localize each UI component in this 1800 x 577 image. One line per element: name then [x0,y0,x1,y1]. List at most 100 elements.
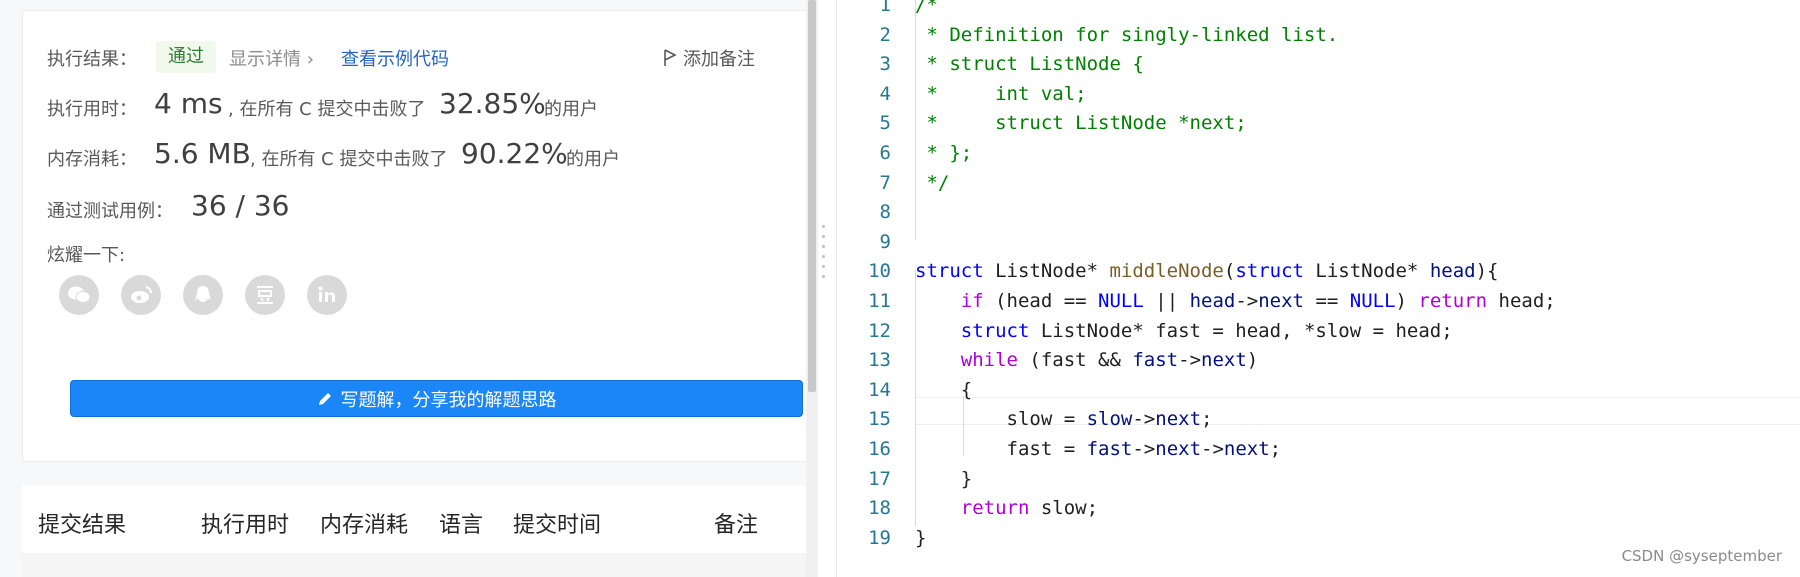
code-token: * struct ListNode { [915,53,1144,75]
runtime-suffix: 的用户 [544,99,598,120]
code-token: ( [1223,260,1236,282]
code-token: */ [915,172,950,194]
runtime-percent: 32.85% [439,87,546,120]
code-token: next [1155,408,1202,430]
douban-icon[interactable] [245,275,285,315]
code-token: (head == [983,290,1099,312]
line-number: 5 [879,112,891,134]
line-number: 12 [868,320,891,342]
code-line[interactable]: /* [915,0,938,16]
line-number: 7 [879,172,891,194]
memory-label: 内存消耗： [47,149,137,170]
code-token: ListNode* fast = head, *slow = head; [1029,320,1453,342]
col-header-language[interactable]: 语言 [439,507,483,539]
code-line[interactable]: struct ListNode* fast = head, *slow = he… [915,320,1453,342]
code-token: } [915,468,973,490]
code-token: return [960,497,1030,519]
code-token: ) [1395,290,1419,312]
code-token: slow; [1029,497,1099,519]
table-row[interactable] [22,553,806,577]
code-line[interactable]: * struct ListNode *next; [915,112,1246,134]
code-token: -> [1132,408,1156,430]
code-token: ; [1269,438,1282,460]
code-line[interactable]: * struct ListNode { [915,53,1144,75]
code-token: head; [1487,290,1556,312]
code-line[interactable]: return slow; [915,497,1098,519]
code-token: } [915,527,927,549]
memory-percent: 90.22% [461,137,568,170]
code-token: * int val; [915,83,1087,105]
code-line[interactable]: fast = fast->next->next; [915,438,1282,460]
code-line[interactable]: } [915,468,972,490]
code-token: == [1304,290,1350,312]
scrollbar-thumb[interactable] [808,0,816,392]
code-line[interactable]: slow = slow->next; [915,408,1213,430]
code-line[interactable]: */ [915,172,949,194]
col-header-memory[interactable]: 内存消耗 [320,507,408,539]
code-token: next [1258,290,1304,312]
wechat-icon[interactable] [59,275,99,315]
memory-beat-text: , 在所有 C 提交中击败了 [250,149,448,170]
tests-label: 通过测试用例： [47,201,173,222]
code-token: -> [1235,290,1259,312]
memory-value: 5.6 MB [154,137,251,170]
code-line[interactable]: * Definition for singly-linked list. [915,24,1338,46]
code-token: NULL [1098,290,1144,312]
col-header-note[interactable]: 备注 [714,507,758,539]
submissions-table: 提交结果 执行用时 内存消耗 语言 提交时间 备注 [22,485,806,577]
flag-icon [664,49,677,66]
code-line[interactable]: { [915,379,972,401]
code-token: ) [1246,349,1259,371]
line-number: 18 [868,497,891,519]
col-header-result[interactable]: 提交结果 [38,507,126,539]
line-number: 17 [868,468,891,490]
watermark: CSDN @syseptember [1621,547,1782,565]
col-header-time[interactable]: 提交时间 [513,507,601,539]
line-number: 6 [879,142,891,164]
code-token: next [1155,438,1202,460]
memory-suffix: 的用户 [566,149,620,170]
weibo-icon[interactable] [121,275,161,315]
line-number: 13 [868,349,891,371]
write-solution-label: 写题解，分享我的解题思路 [340,389,557,411]
code-token: || [1143,290,1190,312]
add-note-button[interactable]: 添加备注 [663,45,755,71]
code-token: struct [1235,260,1304,282]
code-line[interactable]: while (fast && fast->next) [915,349,1258,371]
code-token: fast = [915,438,1087,460]
code-line[interactable]: if (head == NULL || head->next == NULL) … [915,290,1556,312]
write-solution-button[interactable]: 写题解，分享我的解题思路 [70,380,803,417]
line-number: 1 [879,0,891,16]
code-token: head [1429,260,1476,282]
code-line[interactable]: } [915,527,926,549]
qq-icon[interactable] [183,275,223,315]
line-number: 11 [868,290,891,312]
code-token: return [1418,290,1488,312]
code-token: middleNode [1109,260,1224,282]
code-token: ListNode* [983,260,1110,282]
line-number: 14 [868,379,891,401]
add-note-label: 添加备注 [683,49,755,70]
code-line[interactable]: struct ListNode* middleNode(struct ListN… [915,260,1498,282]
result-card: 执行结果： 通过 显示详情 › 查看示例代码 添加备注 执行用时： 4 ms ,… [22,10,808,462]
runtime-label: 执行用时： [47,99,137,120]
line-number: 19 [868,527,891,549]
code-line[interactable]: * int val; [915,83,1087,105]
linkedin-icon[interactable] [307,275,347,315]
code-token: -> [1178,349,1202,371]
code-editor[interactable]: 1 /* 2 * Definition for singly-linked list… [837,0,1800,577]
code-token: head [1189,290,1236,312]
col-header-runtime[interactable]: 执行用时 [201,507,289,539]
code-token: * }; [915,142,973,164]
code-token: -> [1132,438,1156,460]
pane-resize-handle[interactable] [822,225,826,299]
share-label: 炫耀一下: [47,245,126,266]
code-token: while [960,349,1018,371]
view-sample-code-link[interactable]: 查看示例代码 [341,45,449,71]
code-line[interactable]: * }; [915,142,972,164]
show-details-link[interactable]: 显示详情 › [229,45,314,71]
